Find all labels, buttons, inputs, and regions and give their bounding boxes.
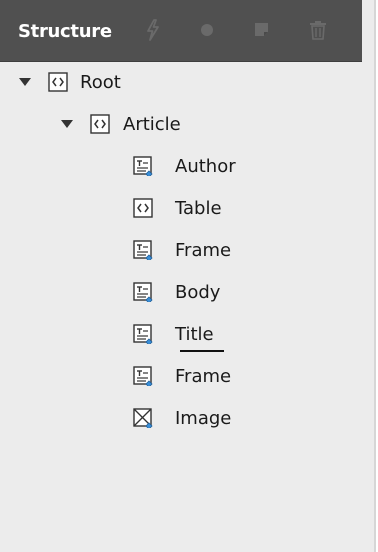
tree-item-frame[interactable]: Frame xyxy=(133,233,231,267)
text-frame-icon xyxy=(133,240,153,260)
tree-item-body[interactable]: Body xyxy=(133,275,220,309)
text-frame-icon xyxy=(133,324,153,344)
text-frame-icon xyxy=(133,282,153,302)
tree-item-label: Table xyxy=(175,197,222,219)
tree-item-author[interactable]: Author xyxy=(133,149,236,183)
flash-icon[interactable] xyxy=(141,18,165,42)
tree-item-label: Frame xyxy=(175,239,232,261)
note-icon[interactable] xyxy=(250,18,274,42)
image-frame-icon xyxy=(133,408,153,428)
structure-tree: Root Article Author Table Frame Body Tit… xyxy=(0,62,362,552)
element-icon xyxy=(90,114,110,134)
disclosure-triangle-icon[interactable] xyxy=(18,75,32,89)
tree-item-root[interactable]: Root xyxy=(18,65,121,99)
tree-item-title[interactable]: Title xyxy=(133,317,214,351)
tree-item-label: Article xyxy=(123,113,181,135)
element-icon xyxy=(48,72,68,92)
trash-icon[interactable] xyxy=(306,18,330,42)
panel-header: Structure xyxy=(0,0,362,62)
disclosure-triangle-icon[interactable] xyxy=(60,117,74,131)
drop-insertion-line xyxy=(180,350,224,352)
tree-item-label: Frame xyxy=(175,365,232,387)
panel-title: Structure xyxy=(18,21,112,42)
text-frame-icon xyxy=(133,156,153,176)
tree-item-label: Author xyxy=(175,155,236,177)
tree-item-label: Image xyxy=(175,407,232,429)
tree-item-table[interactable]: Table xyxy=(133,191,222,225)
tree-item-label: Body xyxy=(175,281,221,303)
tree-item-article[interactable]: Article xyxy=(60,107,181,141)
element-icon xyxy=(133,198,153,218)
tree-item-frame[interactable]: Frame xyxy=(133,359,231,393)
text-frame-icon xyxy=(133,366,153,386)
structure-panel: Structure Root Article Author Table Fram… xyxy=(0,0,376,552)
tree-item-label: Root xyxy=(80,71,121,93)
circle-icon[interactable] xyxy=(195,18,219,42)
tree-item-label: Title xyxy=(175,323,214,345)
tree-item-image[interactable]: Image xyxy=(133,401,231,435)
